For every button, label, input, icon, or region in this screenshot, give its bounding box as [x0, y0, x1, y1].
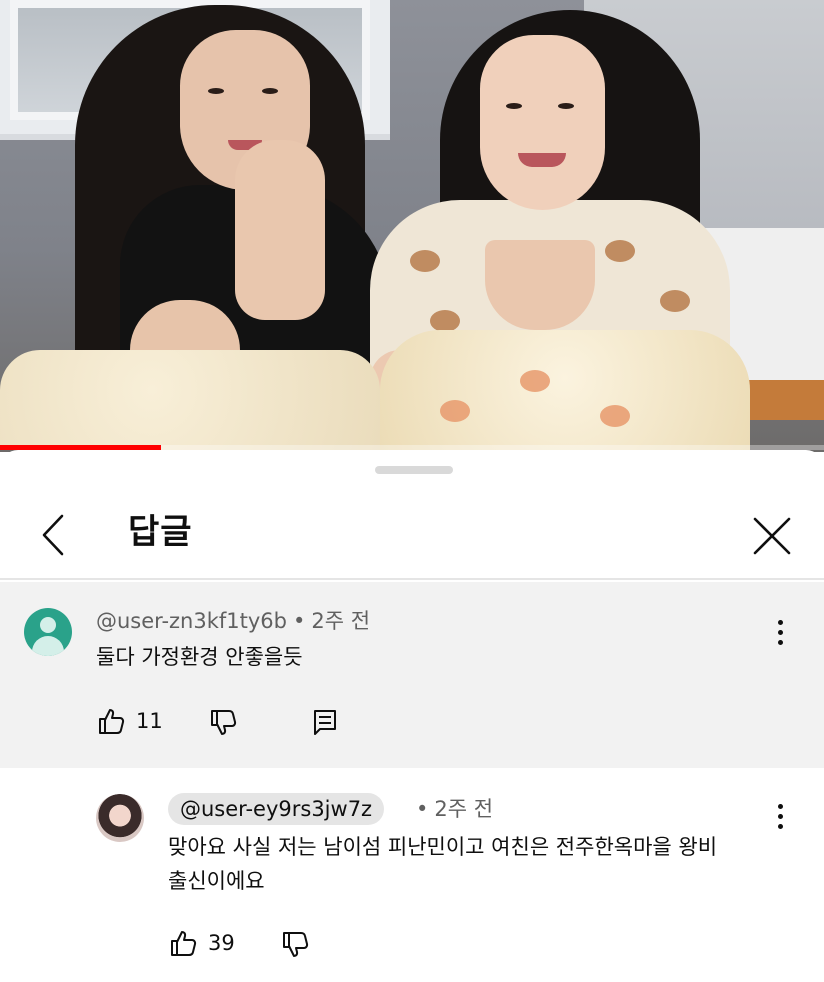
reply-button[interactable] — [312, 708, 338, 736]
more-options-button[interactable] — [774, 620, 786, 650]
sheet-header: 답글 — [0, 490, 824, 580]
back-button[interactable] — [30, 510, 80, 560]
close-icon — [753, 517, 791, 555]
pillow-left — [0, 350, 380, 450]
chevron-left-icon — [42, 514, 64, 556]
like-button[interactable]: 39 — [168, 928, 235, 958]
replies-sheet: 답글 @user-zn3kf1ty6b • 2주 전 둘다 가정환경 안좋을듯 11 — [0, 450, 824, 982]
like-count: 11 — [136, 709, 163, 733]
like-count: 39 — [208, 931, 235, 955]
comment-icon — [314, 710, 336, 735]
thumb-up-icon — [99, 709, 125, 734]
like-button[interactable]: 11 — [96, 706, 163, 736]
comment-time: 2주 전 — [311, 609, 371, 633]
sheet-title: 답글 — [128, 512, 193, 552]
meta-separator: • — [293, 609, 306, 633]
avatar[interactable] — [96, 794, 144, 842]
dislike-button[interactable] — [208, 708, 238, 738]
thumb-down-icon — [211, 710, 237, 735]
close-button[interactable] — [746, 510, 798, 562]
comment-meta: • 2주 전 — [410, 794, 493, 824]
comment-text: 맞아요 사실 저는 남이섬 피난민이고 여친은 전주한옥마을 왕비 출신이에요 — [168, 830, 717, 898]
comment-meta: @user-zn3kf1ty6b • 2주 전 — [96, 606, 370, 636]
comment-text-line: 맞아요 사실 저는 남이섬 피난민이고 여친은 전주한옥마을 왕비 — [168, 835, 718, 859]
comment-text-line: 출신이에요 — [168, 869, 265, 893]
person-right-face — [480, 35, 605, 210]
avatar[interactable] — [24, 608, 72, 656]
more-options-button[interactable] — [774, 804, 786, 834]
drag-handle[interactable] — [375, 466, 453, 474]
comment-time: 2주 전 — [434, 797, 494, 821]
comment-text: 둘다 가정환경 안좋을듯 — [96, 645, 303, 669]
comment-author[interactable]: @user-zn3kf1ty6b — [96, 609, 287, 633]
thumb-down-icon — [283, 932, 309, 957]
video-player[interactable] — [0, 0, 824, 452]
person-left-hand — [235, 140, 325, 320]
pillow-right — [380, 330, 750, 450]
parent-comment: @user-zn3kf1ty6b • 2주 전 둘다 가정환경 안좋을듯 11 — [0, 582, 824, 768]
dislike-button[interactable] — [280, 930, 310, 960]
thumb-up-icon — [171, 931, 197, 956]
meta-separator: • — [416, 797, 429, 821]
person-right-neckline — [485, 240, 595, 330]
reply-comment: @user-ey9rs3jw7z • 2주 전 맞아요 사실 저는 남이섬 피난민… — [0, 768, 824, 982]
comment-author[interactable]: @user-ey9rs3jw7z — [168, 793, 385, 825]
